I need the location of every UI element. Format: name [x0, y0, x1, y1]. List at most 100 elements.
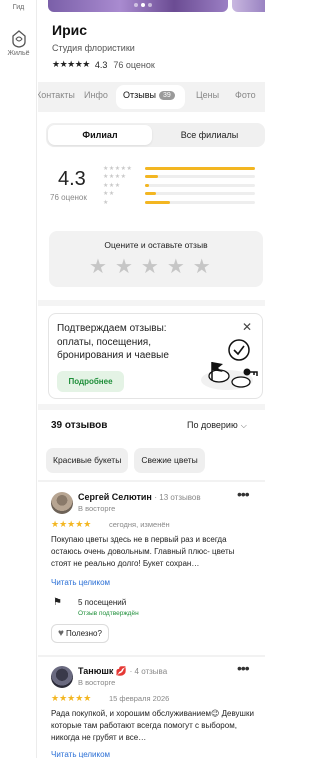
- heart-icon: ♥: [58, 628, 64, 639]
- promo-more-button[interactable]: Подробнее: [57, 371, 124, 392]
- summary-count: 76 оценок: [50, 193, 87, 202]
- distribution-row: ★★★★★: [103, 164, 263, 173]
- close-icon[interactable]: ✕: [242, 320, 252, 334]
- review-author-name: Танюшк 💋: [78, 666, 128, 676]
- rate-star-4[interactable]: ★: [167, 257, 185, 277]
- rail-item-guide[interactable]: Гид: [0, 4, 37, 11]
- review-stars: ★★★★★: [51, 693, 92, 703]
- read-more-link[interactable]: Читать целиком: [51, 578, 110, 587]
- place-title: Ирис: [52, 22, 88, 38]
- section-divider: [38, 480, 265, 482]
- distribution-row: ★: [103, 198, 263, 207]
- review-verified: Отзыв подтверждён: [78, 610, 139, 617]
- distribution-track: [145, 200, 255, 204]
- rate-star-3[interactable]: ★: [141, 257, 159, 277]
- tab-reviews[interactable]: Отзывы 39: [116, 85, 185, 109]
- distribution-stars: ★★: [103, 191, 115, 198]
- tab-contacts[interactable]: Контакты: [38, 90, 75, 100]
- distribution-row: ★★★★: [103, 173, 263, 182]
- distribution-fill: [145, 183, 150, 187]
- verification-promo: Подтверждаем отзывы: оплаты, посещения, …: [48, 313, 263, 399]
- section-divider: [38, 404, 265, 410]
- rating-count: 76 оценок: [113, 59, 155, 70]
- section-divider: [38, 300, 265, 306]
- rating-value: 4.3: [94, 59, 108, 70]
- review-date: сегодня, изменён: [109, 520, 170, 529]
- rating-distribution: ★★★★★ ★★★★ ★★★ ★★ ★: [103, 164, 263, 207]
- distribution-row: ★★★: [103, 181, 263, 190]
- distribution-fill: [145, 200, 171, 204]
- summary-rating: 4.3: [58, 168, 86, 190]
- place-category[interactable]: Студия флористики: [52, 43, 135, 53]
- verification-illustration: [201, 339, 258, 390]
- distribution-fill: [145, 166, 255, 170]
- toggle-branch-button[interactable]: Филиал: [48, 125, 152, 145]
- gallery-dot: [134, 3, 138, 7]
- chip-beautiful-bouquets[interactable]: Красивые букеты: [46, 448, 129, 473]
- distribution-row: ★★: [103, 190, 263, 199]
- review-visits: 5 посещений: [78, 598, 127, 607]
- distribution-track: [145, 166, 255, 170]
- tab-info[interactable]: Инфо: [84, 90, 108, 100]
- review-author-meta: · 13 отзывов: [154, 493, 201, 502]
- distribution-track: [145, 183, 255, 187]
- gallery-dots: [134, 3, 152, 7]
- more-dots-icon[interactable]: •••: [237, 660, 250, 676]
- rate-star-2[interactable]: ★: [115, 257, 133, 277]
- tab-reviews-label: Отзывы: [123, 90, 156, 100]
- review-author-name: Сергей Селютин: [78, 492, 152, 502]
- tab-photos[interactable]: Фото: [235, 90, 256, 100]
- chip-fresh-flowers[interactable]: Свежие цветы: [134, 448, 205, 473]
- rate-star-1[interactable]: ★: [89, 257, 107, 277]
- avatar[interactable]: [51, 492, 73, 514]
- rating-stars: ★★★★★: [52, 59, 90, 69]
- rail-housing-label: Жильё: [7, 50, 30, 57]
- distribution-track: [145, 175, 255, 179]
- gallery-dot: [148, 3, 152, 7]
- toggle-all-branches-button[interactable]: Все филиалы: [156, 125, 263, 145]
- read-more-link[interactable]: Читать целиком: [51, 750, 110, 758]
- rail-guide-label: Гид: [12, 4, 25, 11]
- place-rating[interactable]: ★★★★★ 4.3 76 оценок: [52, 59, 155, 70]
- review-author-meta: · 4 отзыва: [129, 667, 168, 676]
- distribution-stars: ★★★: [103, 182, 121, 189]
- review-author-level: В восторге: [78, 678, 116, 687]
- review-author-level: В восторге: [78, 504, 116, 513]
- section-divider: [38, 655, 265, 657]
- place-card: Ирис Студия флористики ★★★★★ 4.3 76 оцен…: [38, 0, 265, 758]
- tab-prices[interactable]: Цены: [196, 90, 219, 100]
- reviews-count-header: 39 отзывов: [51, 420, 108, 431]
- distribution-stars: ★★★★★: [103, 165, 133, 172]
- review-text: Рада покупкой, и хорошим обслуживанием😉 …: [51, 709, 254, 742]
- branch-toggle: Филиал Все филиалы: [46, 123, 265, 147]
- more-dots-icon[interactable]: •••: [237, 486, 250, 502]
- review-author[interactable]: Сергей Селютин · 13 отзывов: [78, 492, 201, 502]
- sort-dropdown[interactable]: По доверию ⌵: [187, 420, 247, 431]
- rate-star-5[interactable]: ★: [193, 257, 211, 277]
- review-date: 15 февраля 2026: [109, 694, 170, 703]
- avatar[interactable]: [51, 666, 73, 688]
- rate-stars: ★ ★ ★ ★ ★: [89, 257, 211, 277]
- review-text: Покупаю цветы здесь не в первый раз и вс…: [51, 535, 235, 568]
- useful-button[interactable]: ♥ Полезно?: [51, 624, 109, 643]
- housing-icon: [11, 30, 26, 48]
- distribution-fill: [145, 175, 159, 179]
- review-stars: ★★★★★: [51, 519, 92, 529]
- gallery-photo[interactable]: [232, 0, 265, 12]
- distribution-fill: [145, 192, 156, 196]
- useful-label: Полезно?: [65, 629, 102, 638]
- left-rail: Гид Жильё: [0, 0, 37, 758]
- photo-gallery[interactable]: [38, 0, 265, 13]
- review-author[interactable]: Танюшк 💋 · 4 отзыва: [78, 666, 167, 677]
- tabs-bar: Контакты Инфо Отзывы 39 Цены Фото: [38, 82, 265, 112]
- tab-reviews-badge: 39: [158, 91, 175, 100]
- rate-title: Оцените и оставьте отзыв: [104, 240, 208, 250]
- rail-item-housing[interactable]: Жильё: [0, 30, 37, 57]
- rate-box: Оцените и оставьте отзыв ★ ★ ★ ★ ★: [49, 231, 263, 287]
- keyword-chips: Красивые букеты Свежие цветы: [46, 448, 205, 473]
- sort-label: По доверию: [187, 420, 238, 430]
- distribution-stars: ★: [103, 199, 109, 206]
- flag-icon: ⚑: [53, 597, 62, 608]
- promo-text: Подтверждаем отзывы: оплаты, посещения, …: [57, 323, 169, 361]
- gallery-dot-active: [141, 3, 145, 7]
